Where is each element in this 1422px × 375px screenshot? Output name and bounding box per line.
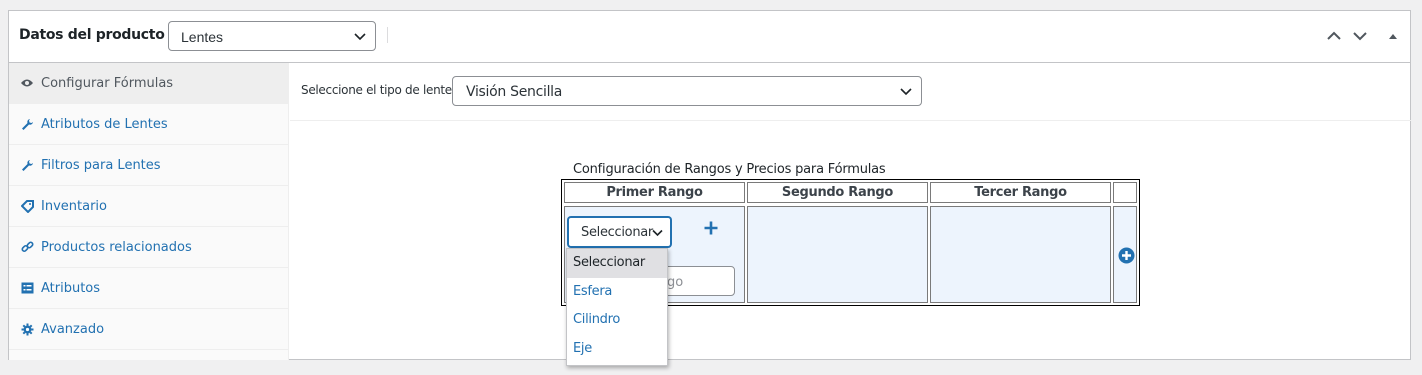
header-actions — [1113, 182, 1137, 203]
tag-icon — [20, 199, 34, 213]
product-data-panel: Datos del producto — Lentes Configurar F… — [8, 10, 1411, 360]
rango-input-text: go — [667, 275, 684, 290]
list-icon — [20, 281, 34, 295]
move-down-icon[interactable] — [1352, 28, 1370, 46]
add-condition-plus-icon[interactable] — [703, 220, 719, 236]
tab-content: Seleccione el tipo de lentes Visión Senc… — [290, 63, 1411, 360]
tab-label: Inventario — [41, 198, 107, 214]
dropdown-option-eje[interactable]: Eje — [567, 335, 667, 364]
tab-label: Avanzado — [41, 321, 105, 337]
chevron-down-icon — [899, 84, 913, 98]
panel-header: Datos del producto — Lentes — [9, 11, 1410, 63]
cell-tercer-rango — [930, 206, 1111, 303]
header-tercer-rango: Tercer Rango — [930, 182, 1111, 203]
chevron-down-icon — [353, 29, 367, 43]
range-type-value: Seleccionar — [581, 225, 653, 240]
tab-filtros-para-lentes[interactable]: Filtros para Lentes — [9, 145, 288, 186]
tab-inventario[interactable]: Inventario — [9, 186, 288, 227]
cell-segundo-rango — [747, 206, 928, 303]
range-type-dropdown: Seleccionar Esfera Cilindro Eje — [566, 248, 668, 366]
product-data-tabs: Configurar Fórmulas Atributos de Lentes … — [9, 63, 289, 360]
product-type-value: Lentes — [181, 29, 224, 45]
tab-label: Atributos — [41, 280, 101, 296]
tab-configurar-formulas[interactable]: Configurar Fórmulas — [9, 63, 288, 104]
header-divider — [387, 27, 388, 43]
lens-type-row: Seleccione el tipo de lentes Visión Senc… — [290, 63, 1411, 121]
header-segundo-rango: Segundo Rango — [747, 182, 928, 203]
lens-type-label: Seleccione el tipo de lentes — [301, 83, 458, 97]
chevron-down-icon — [651, 226, 664, 239]
header-primer-rango: Primer Rango — [564, 182, 745, 203]
move-up-icon[interactable] — [1326, 28, 1344, 46]
product-type-select[interactable]: Lentes — [168, 21, 376, 51]
link-icon — [20, 240, 34, 254]
tab-label: Productos relacionados — [41, 239, 192, 255]
dropdown-option-esfera[interactable]: Esfera — [567, 278, 667, 307]
dropdown-option-cilindro[interactable]: Cilindro — [567, 306, 667, 335]
collapse-toggle-icon[interactable] — [1387, 28, 1405, 46]
dropdown-option-seleccionar[interactable]: Seleccionar — [567, 249, 667, 278]
wrench-icon — [20, 158, 34, 172]
gear-icon — [20, 322, 34, 336]
tab-label: Filtros para Lentes — [41, 157, 161, 173]
config-title: Configuración de Rangos y Precios para F… — [573, 162, 886, 177]
tab-atributos-de-lentes[interactable]: Atributos de Lentes — [9, 104, 288, 145]
panel-title: Datos del producto — — [19, 27, 183, 43]
wrench-icon — [20, 117, 34, 131]
lens-type-select[interactable]: Visión Sencilla — [452, 76, 922, 106]
tab-atributos[interactable]: Atributos — [9, 268, 288, 309]
cell-actions — [1113, 206, 1137, 303]
add-range-circle-plus-icon[interactable] — [1118, 247, 1135, 264]
tab-label: Atributos de Lentes — [41, 116, 168, 132]
tab-label: Configurar Fórmulas — [41, 75, 174, 91]
tab-productos-relacionados[interactable]: Productos relacionados — [9, 227, 288, 268]
range-type-select[interactable]: Seleccionar — [568, 217, 671, 247]
eye-icon — [20, 76, 34, 90]
lens-type-value: Visión Sencilla — [466, 84, 563, 100]
tab-avanzado[interactable]: Avanzado — [9, 309, 288, 350]
